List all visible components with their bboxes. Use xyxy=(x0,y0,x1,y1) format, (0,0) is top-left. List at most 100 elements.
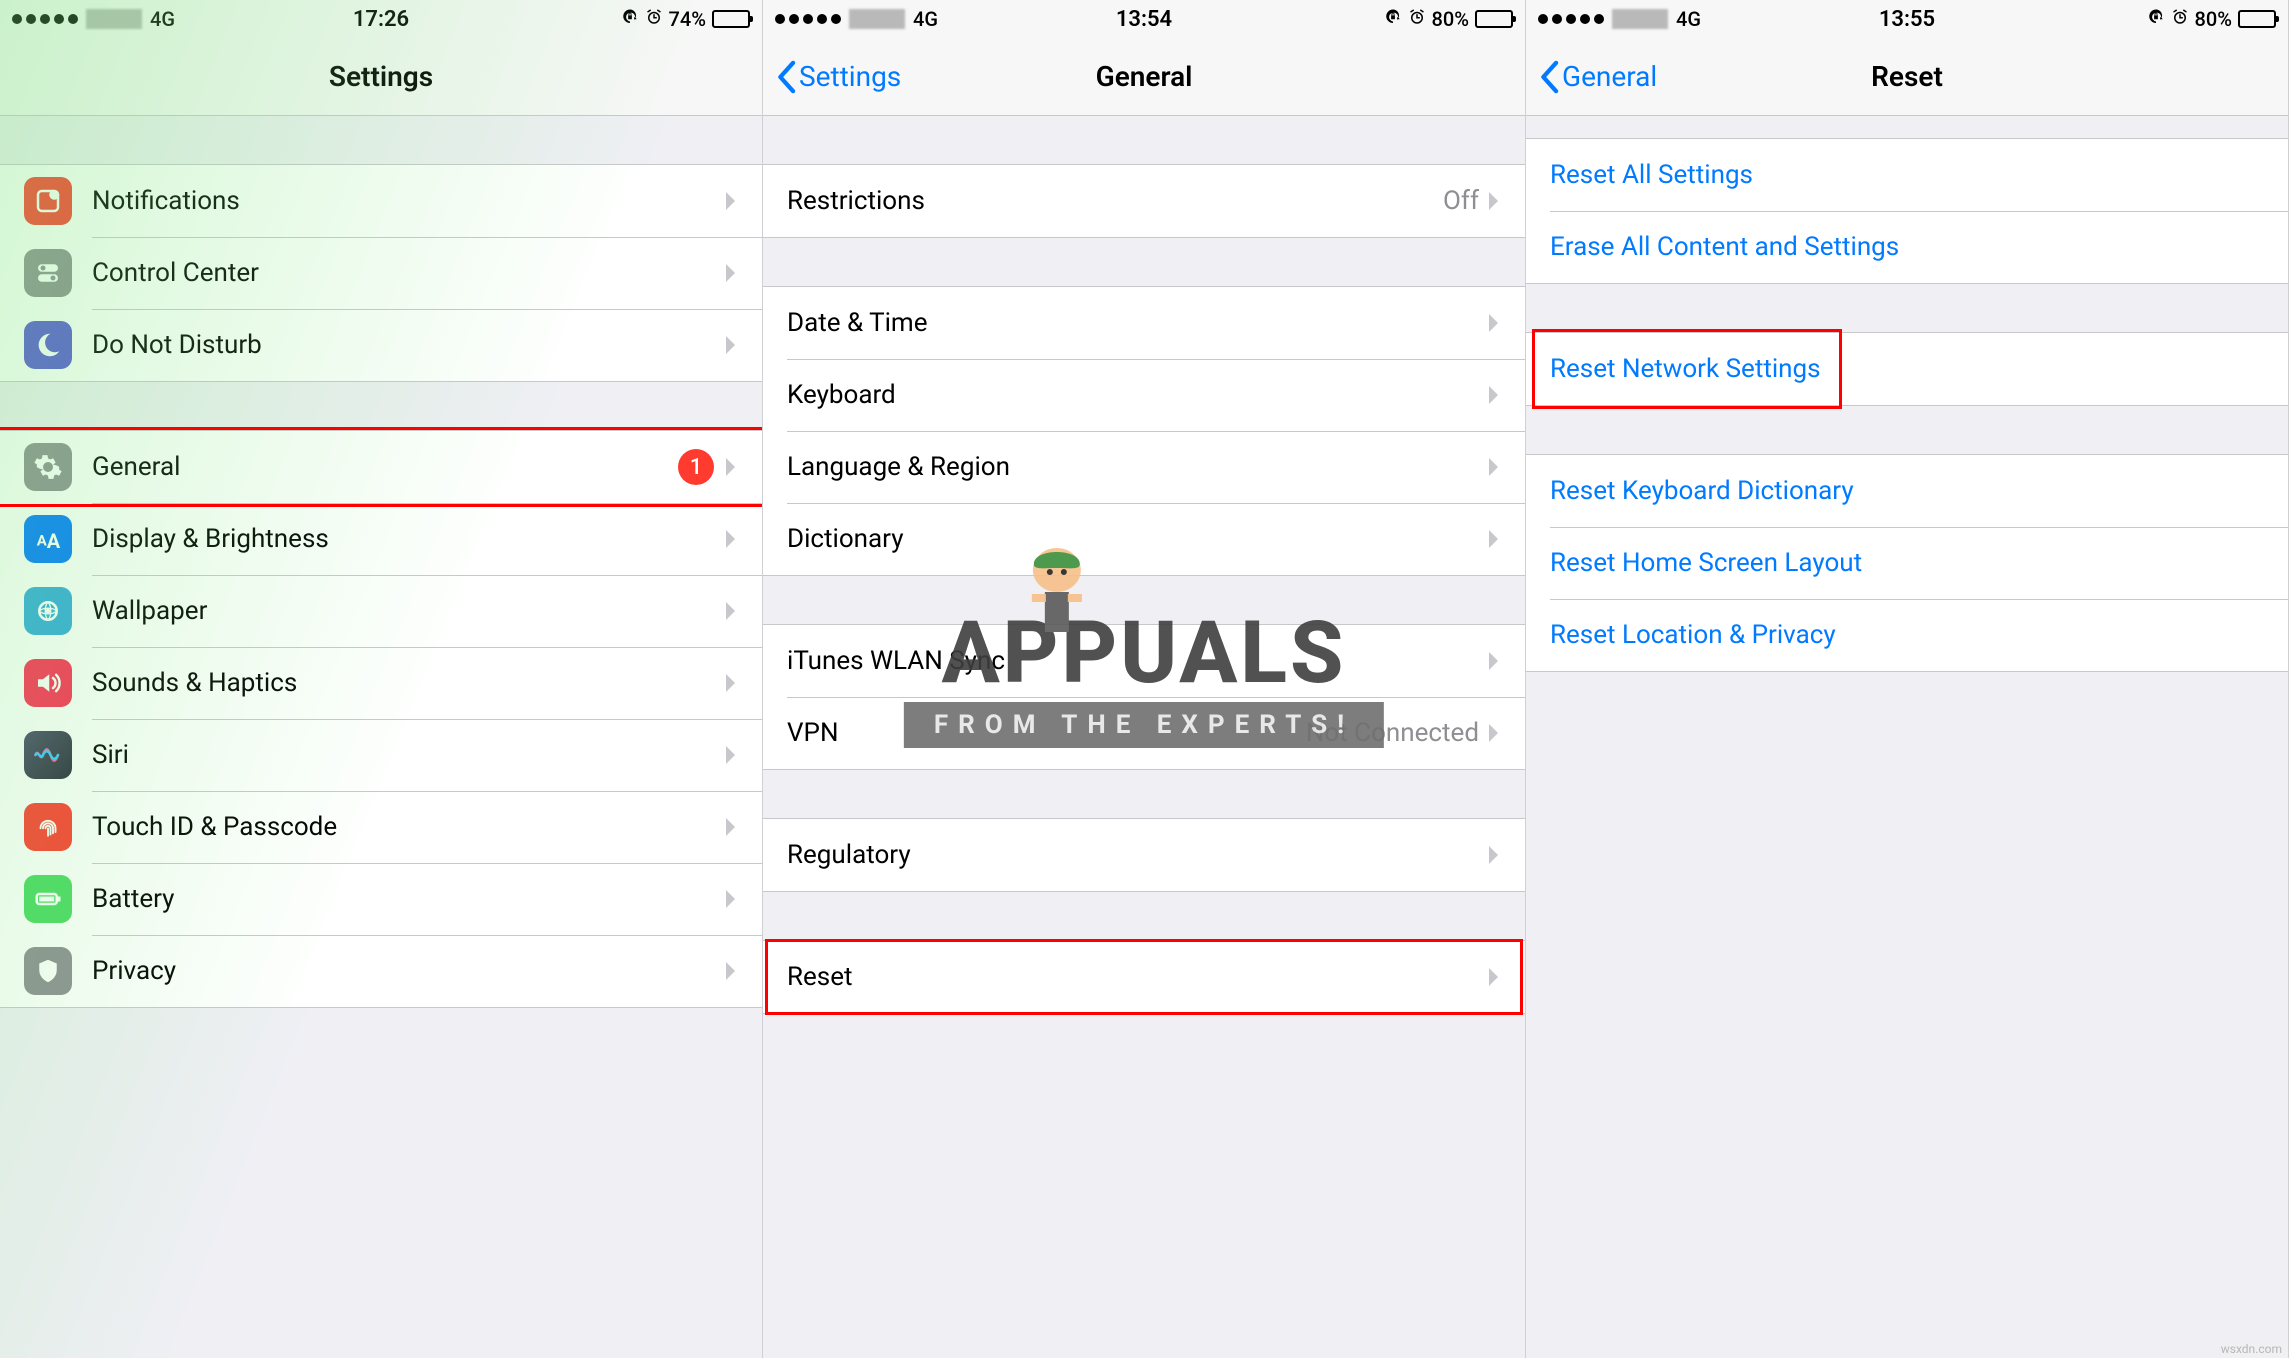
signal-dots-icon xyxy=(775,14,841,24)
status-bar: 4G 17:26 74% xyxy=(0,0,762,38)
chevron-right-icon xyxy=(724,600,738,622)
chevron-right-icon xyxy=(724,744,738,766)
chevron-right-icon xyxy=(724,456,738,478)
source-watermark: wsxdn.com xyxy=(2221,1342,2282,1356)
chevron-right-icon xyxy=(724,262,738,284)
chevron-right-icon xyxy=(1487,384,1501,406)
cell-label: Reset Home Screen Layout xyxy=(1550,548,1862,578)
settings-row-battery[interactable]: Battery xyxy=(0,863,762,935)
cell-label: Erase All Content and Settings xyxy=(1550,232,1899,262)
signal-dots-icon xyxy=(1538,14,1604,24)
battery-icon xyxy=(1475,10,1513,28)
settings-row-siri[interactable]: Siri xyxy=(0,719,762,791)
sounds-icon xyxy=(24,659,72,707)
nav-title: General xyxy=(1096,60,1193,93)
settings-row-control-center[interactable]: Control Center xyxy=(0,237,762,309)
reset-row-keyboard-dict[interactable]: Reset Keyboard Dictionary xyxy=(1526,455,2288,527)
chevron-left-icon xyxy=(1538,60,1560,94)
signal-dots-icon xyxy=(12,14,78,24)
network-type: 4G xyxy=(1676,7,1701,31)
cell-label: Reset xyxy=(787,962,853,992)
nav-back-button[interactable]: General xyxy=(1538,60,1657,94)
chevron-right-icon xyxy=(724,888,738,910)
general-row-keyboard[interactable]: Keyboard xyxy=(763,359,1525,431)
screen-reset: 4G 13:55 80% General Reset Reset All Set… xyxy=(1526,0,2289,1358)
chevron-right-icon xyxy=(1487,722,1501,744)
gear-icon xyxy=(24,443,72,491)
nav-title: Settings xyxy=(329,60,433,93)
chevron-right-icon xyxy=(1487,456,1501,478)
settings-row-general[interactable]: General 1 xyxy=(0,431,762,503)
alarm-icon xyxy=(2171,7,2189,31)
cell-label: Notifications xyxy=(92,186,240,216)
general-row-vpn[interactable]: VPN Not Connected xyxy=(763,697,1525,769)
screen-settings: 4G 17:26 74% Settings Notifications Cont… xyxy=(0,0,763,1358)
cell-label: Siri xyxy=(92,740,129,770)
reset-row-all-settings[interactable]: Reset All Settings xyxy=(1526,139,2288,211)
settings-row-notifications[interactable]: Notifications xyxy=(0,165,762,237)
orientation-lock-icon xyxy=(621,7,639,31)
general-row-language[interactable]: Language & Region xyxy=(763,431,1525,503)
reset-row-erase-all[interactable]: Erase All Content and Settings xyxy=(1526,211,2288,283)
general-row-dictionary[interactable]: Dictionary xyxy=(763,503,1525,575)
cell-label: Privacy xyxy=(92,956,176,986)
reset-row-network[interactable]: Reset Network Settings xyxy=(1526,333,2288,405)
general-row-restrictions[interactable]: Restrictions Off xyxy=(763,165,1525,237)
cell-label: Restrictions xyxy=(787,186,925,216)
moon-icon xyxy=(24,321,72,369)
chevron-right-icon xyxy=(1487,844,1501,866)
clock-time: 13:54 xyxy=(1116,7,1172,32)
wallpaper-icon xyxy=(24,587,72,635)
cell-label: VPN xyxy=(787,718,839,748)
display-icon: AA xyxy=(24,515,72,563)
cell-label: Regulatory xyxy=(787,840,911,870)
nav-back-label: Settings xyxy=(799,60,901,93)
cell-label: iTunes WLAN Sync xyxy=(787,646,1005,676)
cell-value: Off xyxy=(1443,186,1479,216)
nav-back-button[interactable]: Settings xyxy=(775,60,901,94)
screen-general: 4G 13:54 80% Settings General Restrictio… xyxy=(763,0,1526,1358)
cell-label: Battery xyxy=(92,884,174,914)
clock-time: 17:26 xyxy=(353,7,409,32)
reset-row-home-layout[interactable]: Reset Home Screen Layout xyxy=(1526,527,2288,599)
battery-row-icon xyxy=(24,875,72,923)
general-list: Restrictions Off Date & Time Keyboard La… xyxy=(763,116,1525,1062)
battery-icon xyxy=(712,10,750,28)
alarm-icon xyxy=(1408,7,1426,31)
settings-row-display[interactable]: AA Display & Brightness xyxy=(0,503,762,575)
chevron-right-icon xyxy=(724,528,738,550)
orientation-lock-icon xyxy=(2147,7,2165,31)
cell-label: Do Not Disturb xyxy=(92,330,262,360)
chevron-right-icon xyxy=(1487,650,1501,672)
cell-label: Touch ID & Passcode xyxy=(92,812,337,842)
alarm-icon xyxy=(645,7,663,31)
nav-title: Reset xyxy=(1871,60,1943,93)
chevron-right-icon xyxy=(724,960,738,982)
general-row-regulatory[interactable]: Regulatory xyxy=(763,819,1525,891)
general-row-reset[interactable]: Reset xyxy=(763,941,1525,1013)
cell-label: Reset Network Settings xyxy=(1550,354,1821,384)
reset-row-location-privacy[interactable]: Reset Location & Privacy xyxy=(1526,599,2288,671)
carrier-blur xyxy=(1612,9,1668,29)
chevron-right-icon xyxy=(1487,966,1501,988)
settings-row-privacy[interactable]: Privacy xyxy=(0,935,762,1007)
cell-label: Display & Brightness xyxy=(92,524,329,554)
cell-label: Reset Location & Privacy xyxy=(1550,620,1836,650)
general-row-date-time[interactable]: Date & Time xyxy=(763,287,1525,359)
cell-label: Language & Region xyxy=(787,452,1010,482)
settings-row-sounds[interactable]: Sounds & Haptics xyxy=(0,647,762,719)
status-bar: 4G 13:54 80% xyxy=(763,0,1525,38)
settings-row-do-not-disturb[interactable]: Do Not Disturb xyxy=(0,309,762,381)
clock-time: 13:55 xyxy=(1879,7,1935,32)
general-row-itunes-sync[interactable]: iTunes WLAN Sync xyxy=(763,625,1525,697)
battery-percent: 80% xyxy=(2195,7,2232,31)
settings-list: Notifications Control Center Do Not Dist… xyxy=(0,116,762,1056)
settings-row-touchid[interactable]: Touch ID & Passcode xyxy=(0,791,762,863)
touchid-icon xyxy=(24,803,72,851)
settings-row-wallpaper[interactable]: Wallpaper xyxy=(0,575,762,647)
chevron-right-icon xyxy=(1487,312,1501,334)
battery-icon xyxy=(2238,10,2276,28)
orientation-lock-icon xyxy=(1384,7,1402,31)
chevron-right-icon xyxy=(1487,190,1501,212)
nav-bar: Settings General xyxy=(763,38,1525,116)
